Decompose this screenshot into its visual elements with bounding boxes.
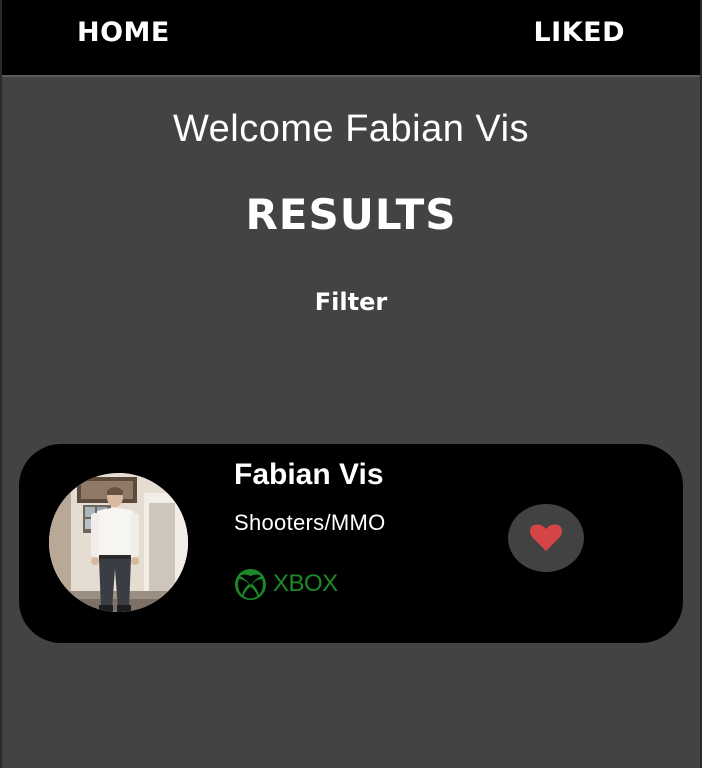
- welcome-message: Welcome Fabian Vis: [172, 108, 530, 150]
- nav-home-link[interactable]: HOME: [77, 17, 170, 48]
- top-navigation-bar: HOME LIKED: [2, 0, 700, 77]
- nav-liked-link[interactable]: LIKED: [533, 17, 625, 48]
- heart-icon: [530, 524, 562, 551]
- app-frame: HOME LIKED Welcome Fabian Vis RESULTS Fi…: [2, 0, 700, 768]
- filter-button[interactable]: Filter: [2, 288, 700, 316]
- results-title: RESULTS: [245, 190, 457, 239]
- result-card: Fabian Vis Shooters/MMO XBOX: [19, 444, 683, 643]
- platform-label: XBOX: [273, 570, 338, 597]
- avatar-photo: [49, 473, 188, 612]
- xbox-logo-icon: [235, 568, 266, 600]
- like-button[interactable]: [508, 504, 584, 572]
- card-genre: Shooters/MMO: [234, 510, 386, 535]
- card-name: Fabian Vis: [234, 458, 384, 491]
- platform-badge: XBOX: [234, 567, 338, 601]
- avatar: [49, 473, 188, 612]
